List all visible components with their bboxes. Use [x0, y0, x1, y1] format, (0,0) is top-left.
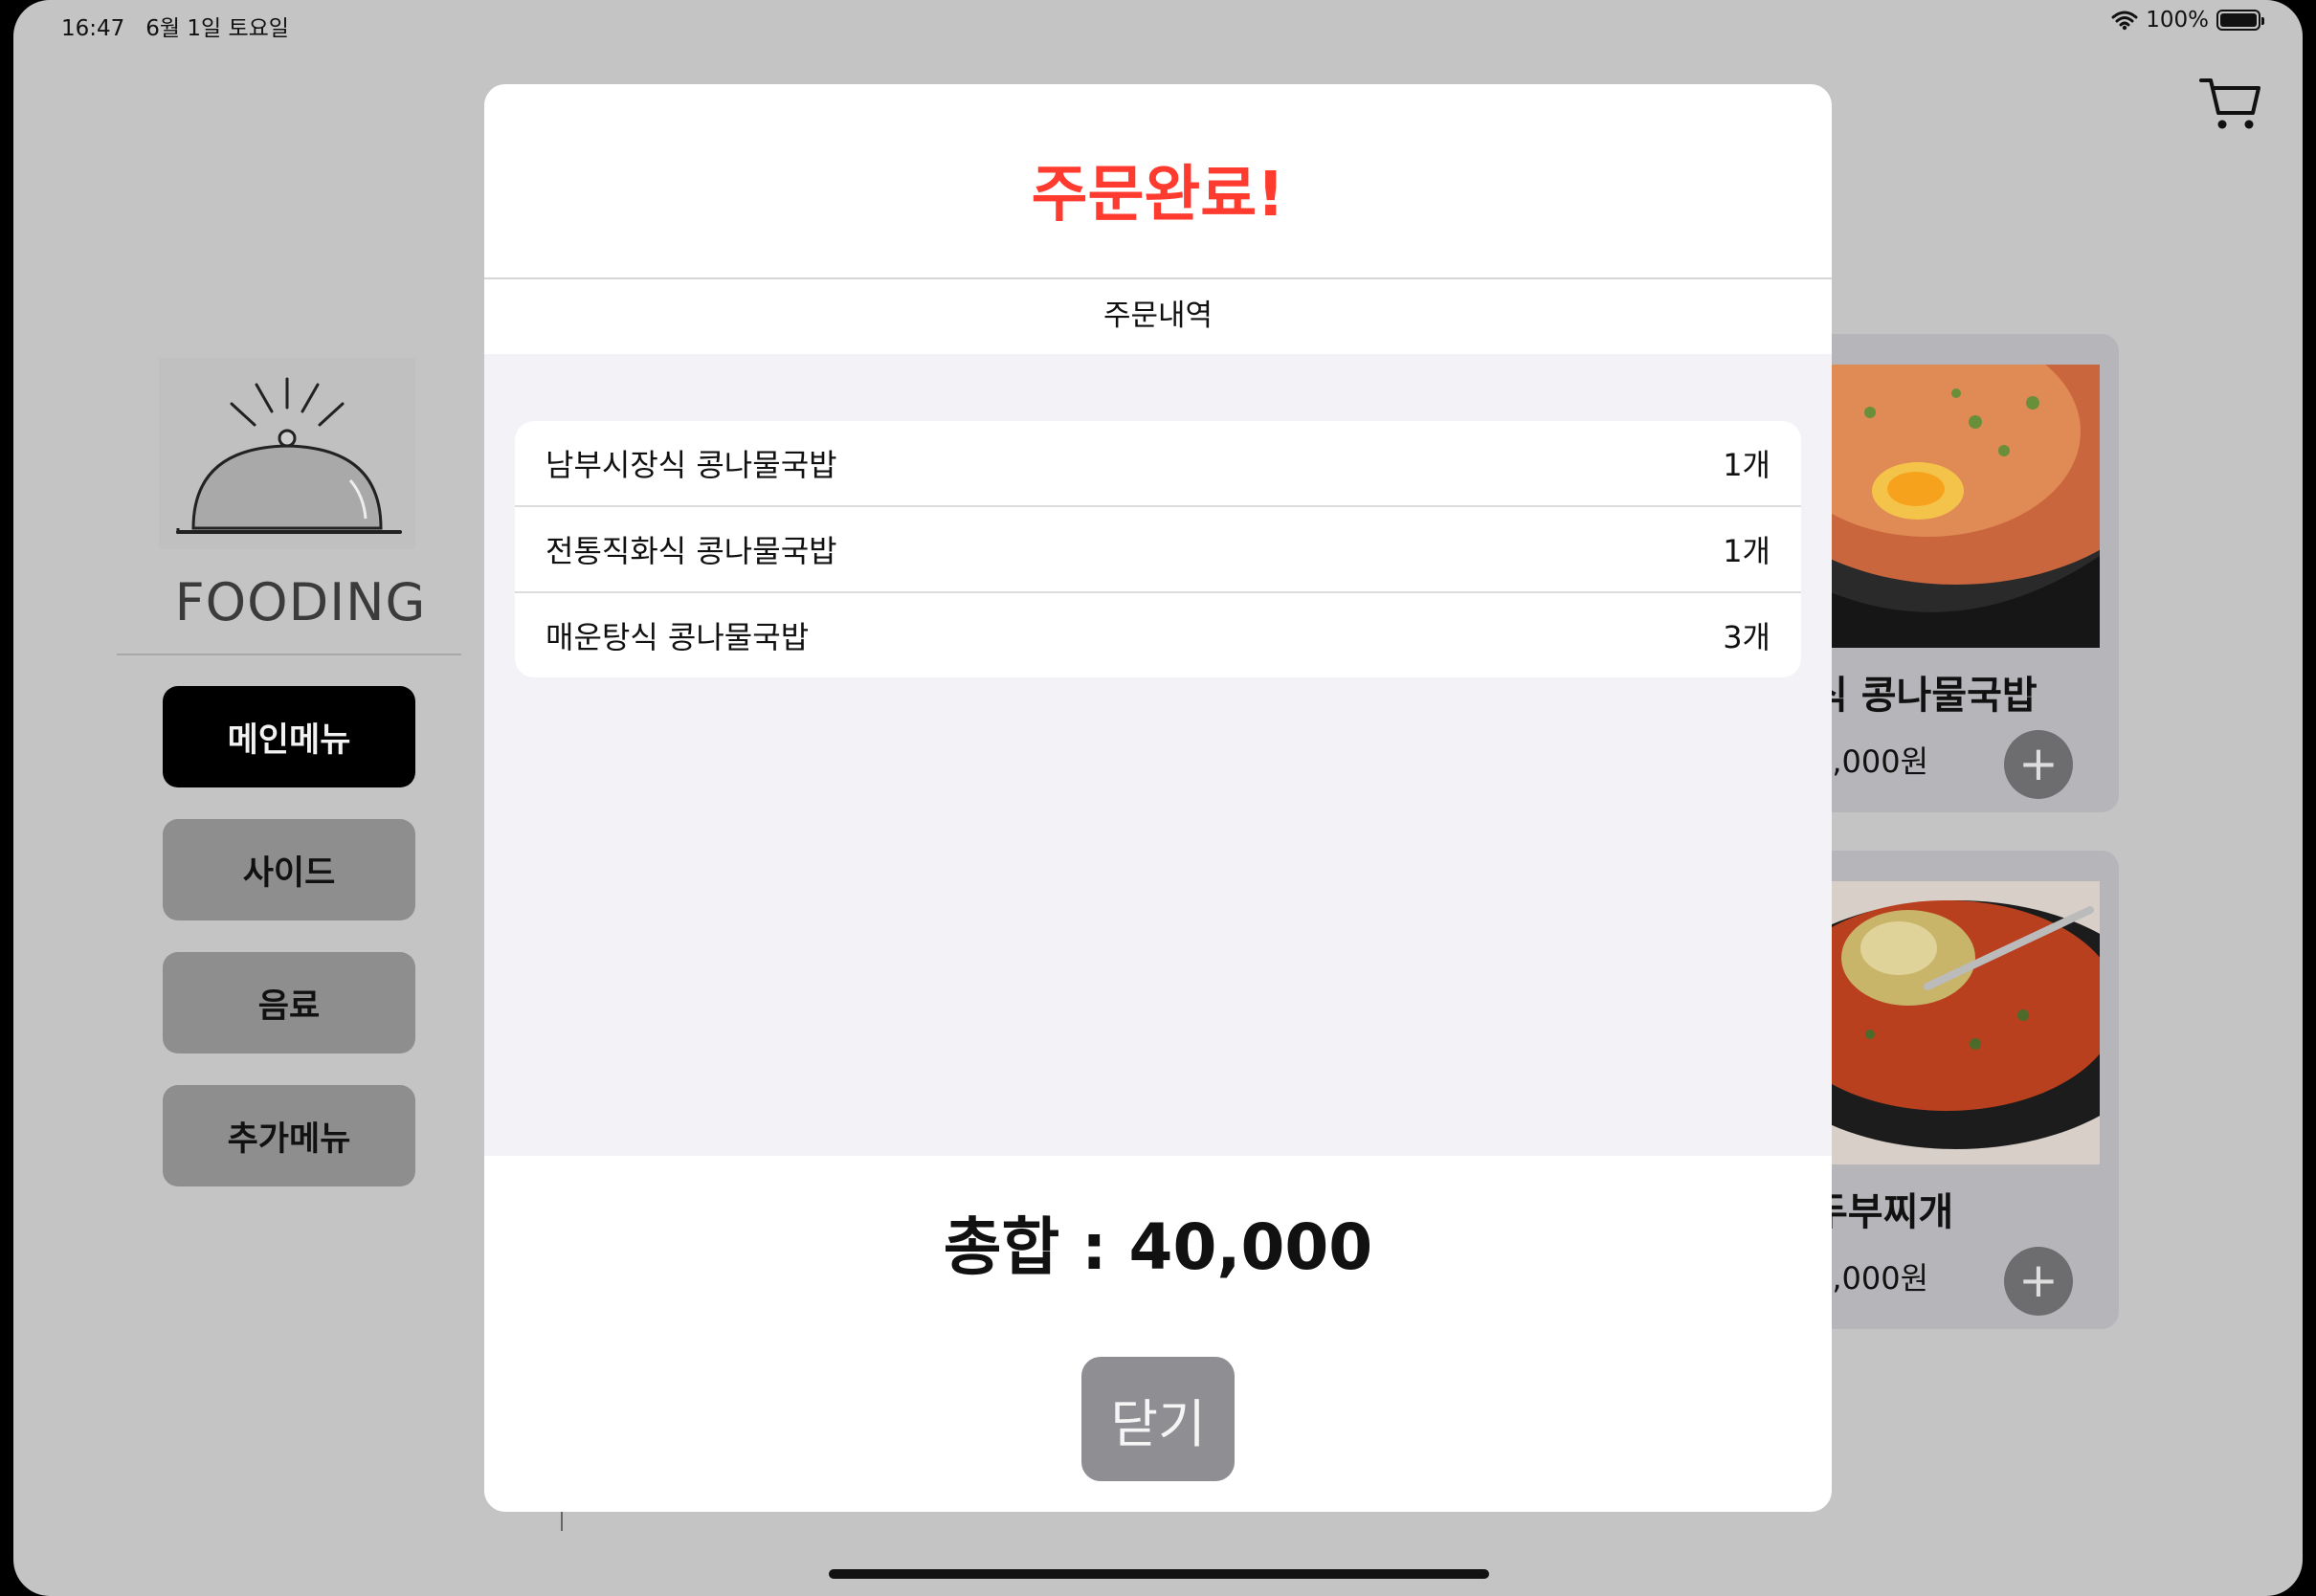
menu-item-name: 식 콩나물국밥 — [1813, 674, 2038, 718]
wifi-icon — [2111, 11, 2138, 31]
category-extra-menu[interactable]: 추가메뉴 — [163, 1085, 415, 1186]
logo-image — [159, 358, 415, 549]
status-time-text: 16:47 — [61, 16, 125, 41]
category-side[interactable]: 사이드 — [163, 819, 415, 920]
order-item-qty: 1개 — [1723, 533, 1770, 569]
battery-icon — [2216, 10, 2264, 31]
food-cloche-icon — [176, 377, 402, 534]
order-history-label: 주문내역 — [1102, 299, 1214, 333]
status-time: 16:47 6월 1일 토요일 — [61, 10, 289, 42]
menu-card[interactable]: 식 콩나물국밥 3,000원 + — [1813, 334, 2119, 812]
food-image — [1813, 365, 2100, 648]
add-to-cart-button[interactable]: + — [2004, 1247, 2073, 1316]
order-list-area[interactable]: 남부시장식 콩나물국밥 1개 전통직화식 콩나물국밥 1개 매운탕식 콩나물국밥… — [484, 354, 1832, 1156]
order-row: 매운탕식 콩나물국밥 3개 — [515, 591, 1801, 677]
battery-percent: 100% — [2146, 8, 2209, 33]
order-list: 남부시장식 콩나물국밥 1개 전통직화식 콩나물국밥 1개 매운탕식 콩나물국밥… — [515, 421, 1801, 677]
food-image — [1813, 881, 2100, 1164]
modal-divider — [484, 277, 1832, 279]
modal-title: 주문완료! — [1031, 160, 1285, 231]
home-indicator[interactable] — [829, 1569, 1489, 1579]
add-to-cart-button[interactable]: + — [2004, 730, 2073, 799]
status-indicators: 100% — [2111, 8, 2264, 33]
cart-icon[interactable] — [2199, 75, 2262, 132]
order-complete-modal: 주문완료! 주문내역 남부시장식 콩나물국밥 1개 전통직화식 콩나물국밥 1개… — [484, 84, 1832, 1512]
category-drinks[interactable]: 음료 — [163, 952, 415, 1053]
close-button[interactable]: 닫기 — [1081, 1357, 1235, 1481]
sidebar-divider — [117, 654, 461, 655]
order-item-qty: 3개 — [1723, 619, 1770, 655]
brand-name: FOODING — [174, 572, 427, 632]
status-date: 6월 1일 토요일 — [145, 16, 289, 41]
category-main-menu[interactable]: 메인메뉴 — [163, 686, 415, 787]
order-item-name: 매운탕식 콩나물국밥 — [546, 619, 810, 655]
menu-item-name: 두부찌개 — [1813, 1190, 1954, 1234]
order-item-qty: 1개 — [1723, 447, 1770, 483]
order-total: 총합 : 40,000 — [943, 1210, 1373, 1284]
order-row: 전통직화식 콩나물국밥 1개 — [515, 505, 1801, 591]
order-item-name: 전통직화식 콩나물국밥 — [546, 533, 837, 569]
menu-card[interactable]: 두부찌개 9,000원 + — [1813, 851, 2119, 1329]
order-item-name: 남부시장식 콩나물국밥 — [546, 447, 837, 483]
app-screen: 16:47 6월 1일 토요일 100% FOODING 메인메뉴 사이드 음료… — [13, 0, 2303, 1596]
order-row: 남부시장식 콩나물국밥 1개 — [515, 421, 1801, 505]
